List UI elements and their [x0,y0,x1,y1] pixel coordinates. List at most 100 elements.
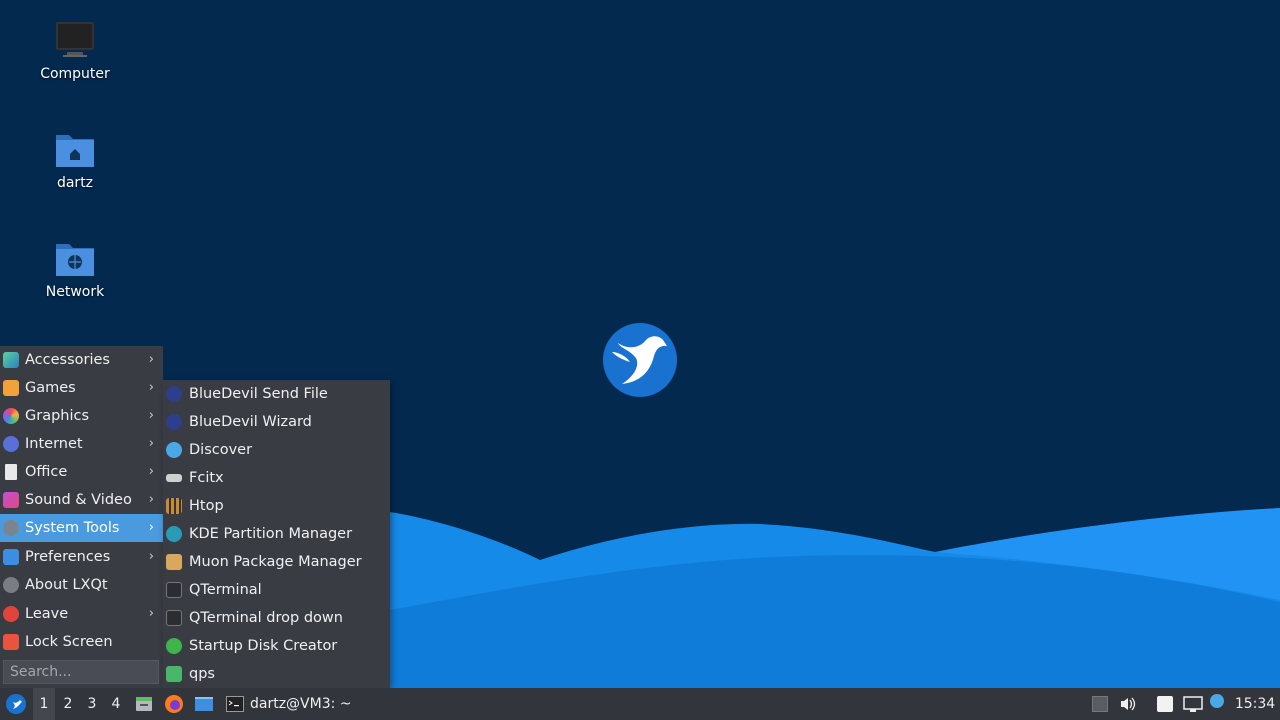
firefox-launcher[interactable] [163,688,185,720]
menu-item-label: Leave [25,606,69,622]
info-icon [3,577,19,593]
menu-item-label: Preferences [25,549,111,565]
submenu-item-label: BlueDevil Send File [189,386,328,402]
menu-item-system-tools[interactable]: System Tools › [0,514,163,542]
desktop-icon-computer[interactable]: Computer [20,20,130,82]
menu-item-office[interactable]: Office › [0,458,163,486]
taskbar: 1 2 3 4 dartz@VM3: ~ 15:34 [0,688,1280,720]
submenu-item-qterminal-drop-down[interactable]: QTerminal drop down [163,604,390,632]
qps-icon [166,666,182,682]
clock[interactable]: 15:34 [1234,688,1276,720]
accessories-icon [3,352,19,368]
preferences-icon [3,549,19,565]
computer-icon [55,20,95,60]
submenu-item-label: QTerminal [189,582,262,598]
start-menu-button[interactable] [2,688,30,720]
firefox-icon [165,695,183,713]
desktop-icon-label: Network [45,284,105,300]
menu-item-label: System Tools [25,520,120,536]
usb-creator-icon [166,638,182,654]
sound-video-icon [3,492,19,508]
menu-item-label: About LXQt [25,577,108,593]
lubuntu-logo [603,323,677,397]
desktop-icon-home[interactable]: dartz [20,129,130,191]
chevron-right-icon: › [148,436,154,451]
partition-icon [166,526,182,542]
menu-item-about-lxqt[interactable]: About LXQt [0,571,163,599]
chevron-right-icon: › [148,606,154,621]
desktop-icon [195,697,213,711]
desktop-switch-1[interactable]: 1 [33,688,55,720]
system-tools-icon [3,520,19,536]
submenu-item-label: Htop [189,498,224,514]
chevron-right-icon: › [148,549,154,564]
submenu-item-discover[interactable]: Discover [163,436,390,464]
terminal-icon [226,696,244,712]
menu-item-leave[interactable]: Leave › [0,600,163,628]
desktop-icon-label: Computer [40,66,110,82]
taskbar-window-button[interactable]: dartz@VM3: ~ [222,688,354,720]
submenu-item-label: KDE Partition Manager [189,526,353,542]
menu-item-label: Graphics [25,408,90,424]
desktop-switch-3[interactable]: 3 [81,688,103,720]
menu-item-games[interactable]: Games › [0,374,163,402]
graphics-icon [3,408,19,424]
desktop-switch-2[interactable]: 2 [57,688,79,720]
desktop-icon-label: dartz [56,175,94,191]
keyboard-icon [166,474,182,482]
lock-icon [3,634,19,650]
power-icon [3,606,19,622]
submenu-item-muon-package-manager[interactable]: Muon Package Manager [163,548,390,576]
chevron-right-icon: › [148,380,154,395]
chevron-right-icon: › [148,408,154,423]
volume-icon[interactable] [1118,688,1138,720]
submenu-item-label: Discover [189,442,253,458]
submenu-item-qterminal[interactable]: QTerminal [163,576,390,604]
show-desktop-button[interactable] [193,688,215,720]
chevron-right-icon: › [148,520,154,535]
menu-item-label: Accessories [25,352,110,368]
file-manager-launcher[interactable] [133,688,155,720]
menu-item-sound-video[interactable]: Sound & Video › [0,486,163,514]
network-folder-icon [55,238,95,278]
package-icon [166,554,182,570]
htop-icon [166,498,182,514]
games-icon [3,380,19,396]
menu-search-input[interactable]: Search... [3,660,159,684]
submenu-item-label: BlueDevil Wizard [189,414,312,430]
submenu-item-startup-disk-creator[interactable]: Startup Disk Creator [163,632,390,660]
submenu-item-label: qps [189,666,215,682]
submenu-item-bluedevil-wizard[interactable]: BlueDevil Wizard [163,408,390,436]
clipboard-icon[interactable] [1157,696,1173,712]
desktop-icon-network[interactable]: Network [20,238,130,300]
update-notifier-icon[interactable] [1210,694,1224,708]
submenu-item-label: Fcitx [189,470,224,486]
application-menu: Accessories › Games › Graphics › Interne… [0,346,163,688]
bluetooth-icon [166,414,182,430]
menu-item-accessories[interactable]: Accessories › [0,346,163,374]
submenu-item-bluedevil-send-file[interactable]: BlueDevil Send File [163,380,390,408]
submenu-item-kde-partition-manager[interactable]: KDE Partition Manager [163,520,390,548]
menu-item-graphics[interactable]: Graphics › [0,402,163,430]
internet-icon [3,436,19,452]
submenu-item-fcitx[interactable]: Fcitx [163,464,390,492]
terminal-icon [166,610,182,626]
menu-item-label: Sound & Video [25,492,132,508]
submenu-item-label: Muon Package Manager [189,554,362,570]
menu-item-label: Lock Screen [25,634,113,650]
submenu-item-qps[interactable]: qps [163,660,390,688]
chevron-right-icon: › [148,352,154,367]
chevron-right-icon: › [148,464,154,479]
menu-item-preferences[interactable]: Preferences › [0,543,163,571]
system-tools-submenu: BlueDevil Send File BlueDevil Wizard Dis… [163,380,390,688]
menu-item-label: Games [25,380,76,396]
menu-item-internet[interactable]: Internet › [0,430,163,458]
discover-icon [166,442,182,458]
desktop-switch-4[interactable]: 4 [105,688,127,720]
tray-expand-icon[interactable] [1092,696,1108,712]
submenu-item-htop[interactable]: Htop [163,492,390,520]
menu-item-lock-screen[interactable]: Lock Screen [0,628,163,656]
lubuntu-start-icon [6,694,26,714]
network-tray-icon[interactable] [1182,688,1204,720]
menu-item-label: Internet [25,436,83,452]
